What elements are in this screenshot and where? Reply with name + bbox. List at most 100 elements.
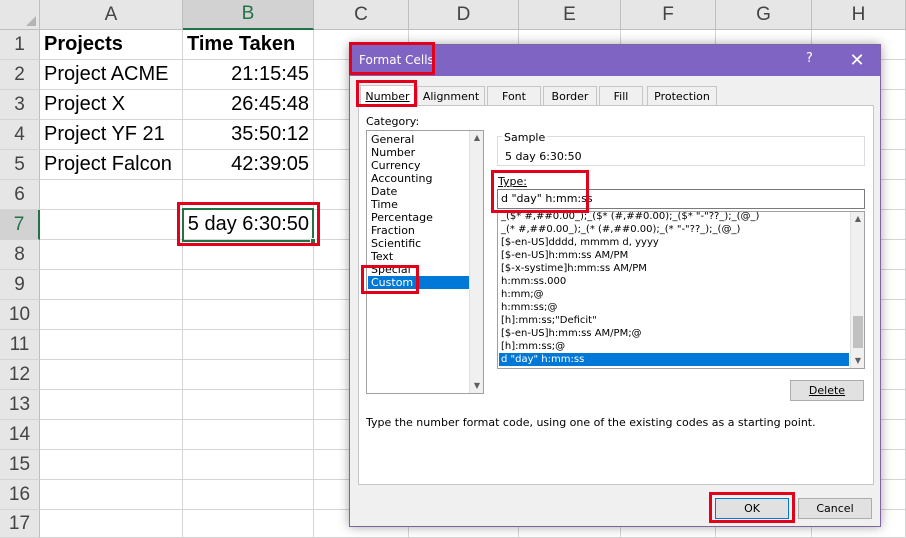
empty-cell[interactable] bbox=[40, 300, 183, 330]
tab-alignment[interactable]: Alignment bbox=[417, 86, 485, 105]
format-item[interactable]: [$-en-US]h:mm:ss AM/PM bbox=[499, 249, 849, 262]
column-header-a[interactable]: A bbox=[40, 0, 183, 30]
row-header-13[interactable]: 13 bbox=[0, 390, 40, 420]
category-item-custom[interactable]: Custom bbox=[368, 276, 470, 289]
empty-cell[interactable] bbox=[40, 270, 183, 300]
tab-protection[interactable]: Protection bbox=[647, 86, 717, 105]
column-header-h[interactable]: H bbox=[812, 0, 906, 30]
empty-cell[interactable] bbox=[183, 270, 314, 300]
empty-cell[interactable] bbox=[183, 480, 314, 510]
column-header-c[interactable]: C bbox=[314, 0, 409, 30]
empty-cell[interactable] bbox=[40, 240, 183, 270]
format-item[interactable]: [$-x-systime]h:mm:ss AM/PM bbox=[499, 262, 849, 275]
cell-time-taken[interactable]: 21:15:45 bbox=[183, 60, 314, 90]
format-item[interactable]: h:mm:ss;@ bbox=[499, 301, 849, 314]
cancel-button[interactable]: Cancel bbox=[798, 498, 872, 519]
category-item[interactable]: Fraction bbox=[368, 224, 470, 237]
category-item[interactable]: Number bbox=[368, 146, 470, 159]
row-header-11[interactable]: 11 bbox=[0, 330, 40, 360]
empty-cell[interactable] bbox=[183, 360, 314, 390]
ok-button[interactable]: OK bbox=[715, 498, 789, 519]
row-header-10[interactable]: 10 bbox=[0, 300, 40, 330]
category-item[interactable]: Date bbox=[368, 185, 470, 198]
scroll-down-icon[interactable]: ▼ bbox=[853, 356, 863, 366]
format-item[interactable]: _($* #,##0.00_);_($* (#,##0.00);_($* "-"… bbox=[499, 212, 849, 223]
row-header-12[interactable]: 12 bbox=[0, 360, 40, 390]
empty-cell[interactable] bbox=[40, 210, 183, 240]
select-all-corner[interactable] bbox=[0, 0, 40, 30]
row-header-3[interactable]: 3 bbox=[0, 90, 40, 120]
empty-cell[interactable] bbox=[183, 450, 314, 480]
tab-border[interactable]: Border bbox=[543, 86, 597, 105]
scroll-thumb[interactable] bbox=[853, 316, 863, 348]
format-item[interactable]: h:mm;@ bbox=[499, 288, 849, 301]
cell-project-name[interactable]: Project ACME bbox=[40, 60, 183, 90]
row-header-9[interactable]: 9 bbox=[0, 270, 40, 300]
category-list[interactable]: General Number Currency Accounting Date … bbox=[366, 130, 484, 394]
cell-project-name[interactable]: Project Falcon bbox=[40, 150, 183, 180]
column-header-b[interactable]: B bbox=[183, 0, 314, 30]
empty-cell[interactable] bbox=[183, 510, 314, 538]
row-header-6[interactable]: 6 bbox=[0, 180, 40, 210]
format-item[interactable]: [$-en-US]dddd, mmmm d, yyyy bbox=[499, 236, 849, 249]
empty-cell[interactable] bbox=[183, 390, 314, 420]
empty-cell[interactable] bbox=[183, 300, 314, 330]
scroll-down-icon[interactable]: ▼ bbox=[472, 381, 482, 391]
row-header-5[interactable]: 5 bbox=[0, 150, 40, 180]
fill-handle[interactable] bbox=[310, 238, 316, 244]
type-input[interactable]: d "day" h:mm:ss bbox=[497, 189, 865, 209]
column-header-d[interactable]: D bbox=[409, 0, 519, 30]
category-item[interactable]: General bbox=[368, 133, 470, 146]
column-header-g[interactable]: G bbox=[716, 0, 812, 30]
scroll-up-icon[interactable]: ▲ bbox=[472, 133, 482, 143]
category-item[interactable]: Currency bbox=[368, 159, 470, 172]
row-header-2[interactable]: 2 bbox=[0, 60, 40, 90]
row-header-1[interactable]: 1 bbox=[0, 30, 40, 60]
format-list-scrollbar[interactable]: ▲ ▼ bbox=[850, 212, 864, 368]
cell-time-taken[interactable]: 35:50:12 bbox=[183, 120, 314, 150]
format-item[interactable]: _(* #,##0.00_);_(* (#,##0.00);_(* "-"??_… bbox=[499, 223, 849, 236]
category-item[interactable]: Text bbox=[368, 250, 470, 263]
format-item[interactable]: [$-en-US]h:mm:ss AM/PM;@ bbox=[499, 327, 849, 340]
scroll-up-icon[interactable]: ▲ bbox=[853, 214, 863, 224]
row-header-7[interactable]: 7 bbox=[0, 210, 40, 240]
cell-project-name[interactable]: Project YF 21 bbox=[40, 120, 183, 150]
row-header-4[interactable]: 4 bbox=[0, 120, 40, 150]
cell-b1-time-header[interactable]: Time Taken bbox=[183, 30, 314, 60]
row-header-16[interactable]: 16 bbox=[0, 480, 40, 510]
category-item[interactable]: Scientific bbox=[368, 237, 470, 250]
dialog-titlebar[interactable]: Format Cells ? ✕ bbox=[350, 45, 880, 76]
format-item[interactable]: [h]:mm:ss;@ bbox=[499, 340, 849, 353]
format-item-selected[interactable]: d "day" h:mm:ss bbox=[499, 353, 849, 366]
empty-cell[interactable] bbox=[40, 330, 183, 360]
category-item[interactable]: Percentage bbox=[368, 211, 470, 224]
row-header-8[interactable]: 8 bbox=[0, 240, 40, 270]
empty-cell[interactable] bbox=[40, 420, 183, 450]
row-header-14[interactable]: 14 bbox=[0, 420, 40, 450]
empty-cell[interactable] bbox=[40, 360, 183, 390]
format-code-list[interactable]: _($* #,##0.00_);_($* (#,##0.00);_($* "-"… bbox=[497, 211, 865, 369]
column-header-f[interactable]: F bbox=[621, 0, 716, 30]
empty-cell[interactable] bbox=[183, 240, 314, 270]
row-header-15[interactable]: 15 bbox=[0, 450, 40, 480]
empty-cell[interactable] bbox=[40, 450, 183, 480]
cell-time-taken[interactable]: 26:45:48 bbox=[183, 90, 314, 120]
column-header-e[interactable]: E bbox=[519, 0, 621, 30]
empty-cell[interactable] bbox=[40, 480, 183, 510]
row-header-17[interactable]: 17 bbox=[0, 510, 40, 538]
close-icon[interactable]: ✕ bbox=[842, 47, 872, 73]
format-item[interactable]: h:mm:ss.000 bbox=[499, 275, 849, 288]
category-item[interactable]: Special bbox=[368, 263, 470, 276]
empty-cell[interactable] bbox=[40, 390, 183, 420]
empty-cell[interactable] bbox=[183, 330, 314, 360]
empty-cell[interactable] bbox=[183, 180, 314, 210]
tab-font[interactable]: Font bbox=[487, 86, 541, 105]
category-item[interactable]: Time bbox=[368, 198, 470, 211]
help-button[interactable]: ? bbox=[806, 51, 813, 66]
cell-project-name[interactable]: Project X bbox=[40, 90, 183, 120]
format-item[interactable]: [h]:mm:ss;"Deficit" bbox=[499, 314, 849, 327]
empty-cell[interactable] bbox=[40, 510, 183, 538]
category-scrollbar[interactable]: ▲ ▼ bbox=[469, 131, 483, 393]
tab-fill[interactable]: Fill bbox=[599, 86, 643, 105]
delete-button[interactable]: Delete bbox=[790, 380, 864, 401]
